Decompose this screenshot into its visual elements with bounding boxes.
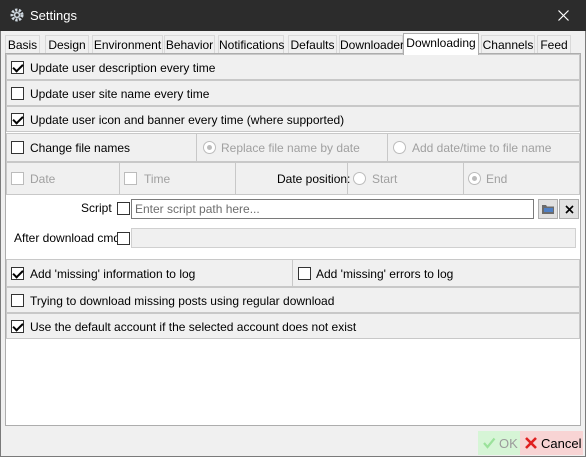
date-time-row: Date Time Date position: Start End	[6, 162, 580, 195]
clear-script-button[interactable]	[559, 199, 579, 219]
gear-icon	[10, 8, 24, 22]
update-icon-banner-label: Update user icon and banner every time (…	[30, 113, 345, 127]
tab-design[interactable]: Design	[45, 35, 89, 54]
folder-icon	[542, 205, 554, 214]
add-missing-info-label: Add 'missing' information to log	[30, 267, 196, 281]
browse-folder-button[interactable]	[538, 199, 558, 219]
date-position-end-label: End	[486, 172, 508, 186]
use-default-account-label: Use the default account if the selected …	[30, 320, 357, 334]
missing-log-row: Add 'missing' information to log Add 'mi…	[6, 259, 580, 287]
time-checkbox[interactable]	[124, 172, 137, 185]
update-description-label: Update user description every time	[30, 61, 216, 75]
option-row-site-name: Update user site name every time	[6, 80, 580, 106]
update-icon-banner-checkbox[interactable]	[11, 113, 24, 126]
add-missing-info-checkbox[interactable]	[11, 267, 24, 280]
change-file-names-checkbox[interactable]	[11, 141, 24, 154]
date-position-label: Date position:	[277, 172, 351, 186]
date-position-start-radio[interactable]	[353, 172, 366, 185]
add-missing-errors-label: Add 'missing' errors to log	[316, 267, 454, 281]
after-download-label: After download cmd	[14, 231, 121, 245]
update-site-name-label: Update user site name every time	[30, 87, 210, 101]
tab-defaults[interactable]: Defaults	[288, 35, 337, 54]
date-checkbox[interactable]	[11, 172, 24, 185]
settings-window: Basis Design Environment Behavior Notifi…	[0, 31, 586, 457]
script-path-input[interactable]: Enter script path here...	[131, 199, 534, 219]
date-label: Date	[30, 172, 56, 186]
cancel-button[interactable]: Cancel	[520, 431, 583, 455]
tab-notifications[interactable]: Notifications	[218, 35, 284, 54]
date-position-end-radio[interactable]	[468, 172, 481, 185]
after-download-input[interactable]	[131, 228, 576, 248]
change-file-names-label: Change file names	[30, 141, 131, 155]
window-title: Settings	[30, 8, 77, 23]
replace-by-date-radio[interactable]	[203, 141, 216, 154]
script-checkbox[interactable]	[117, 202, 130, 215]
close-icon	[557, 10, 569, 21]
time-label: Time	[144, 172, 171, 186]
try-download-missing-checkbox[interactable]	[11, 294, 24, 307]
update-site-name-checkbox[interactable]	[11, 87, 24, 100]
tab-feed[interactable]: Feed	[537, 35, 571, 54]
tab-downloading[interactable]: Downloading	[403, 33, 479, 55]
tab-downloader[interactable]: Downloader	[339, 35, 404, 54]
date-position-start-label: Start	[372, 172, 398, 186]
option-row-icon-banner: Update user icon and banner every time (…	[6, 106, 580, 132]
cancel-label: Cancel	[541, 435, 582, 451]
option-row-default-account: Use the default account if the selected …	[6, 313, 580, 339]
clear-icon	[564, 204, 574, 214]
tab-behavior[interactable]: Behavior	[164, 35, 215, 54]
add-date-time-label: Add date/time to file name	[412, 141, 552, 155]
after-download-checkbox[interactable]	[117, 232, 130, 245]
ok-label: OK	[499, 435, 518, 451]
add-date-time-radio[interactable]	[393, 141, 406, 154]
close-button[interactable]	[540, 0, 586, 31]
title-bar: Settings	[0, 0, 586, 31]
replace-by-date-label: Replace file name by date	[221, 141, 360, 155]
update-description-checkbox[interactable]	[11, 61, 24, 74]
change-file-names-row: Change file names Replace file name by d…	[6, 133, 580, 162]
downloading-panel: Update user description every time Updat…	[5, 53, 581, 426]
use-default-account-checkbox[interactable]	[11, 320, 24, 333]
option-row-description: Update user description every time	[6, 54, 580, 80]
script-label: Script	[81, 201, 112, 215]
check-icon	[483, 437, 496, 449]
option-row-try-download: Trying to download missing posts using r…	[6, 287, 580, 313]
tab-basis[interactable]: Basis	[5, 35, 40, 54]
cancel-icon	[525, 437, 537, 449]
ok-button[interactable]: OK	[478, 431, 520, 455]
tab-channels[interactable]: Channels	[481, 35, 535, 54]
tab-environment[interactable]: Environment	[92, 35, 163, 54]
try-download-missing-label: Trying to download missing posts using r…	[30, 294, 335, 308]
add-missing-errors-checkbox[interactable]	[298, 267, 311, 280]
